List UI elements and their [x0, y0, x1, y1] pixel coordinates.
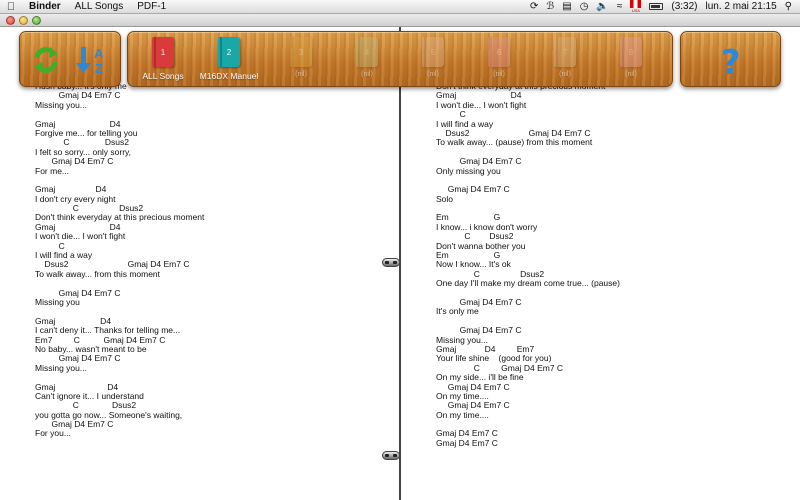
- book-icon: 4: [356, 37, 378, 67]
- lyric-line: Gmaj D4 Em7 C: [35, 156, 114, 167]
- lyric-line: Gmaj D4 Em7 C: [35, 90, 121, 101]
- spotlight-icon[interactable]: ⚲: [785, 0, 792, 14]
- lyric-line: To walk away... (pause) from this moment: [436, 137, 593, 148]
- lyric-line: For me...: [35, 165, 70, 176]
- app-menu[interactable]: Binder: [22, 0, 68, 14]
- book-number: 4: [364, 47, 370, 57]
- lyric-line: Only missing you: [436, 165, 501, 176]
- lyric-line: Missing you...: [35, 99, 87, 110]
- lyric-line: To walk away... from this moment: [35, 268, 161, 279]
- lyric-line: Solo: [436, 193, 454, 204]
- wifi-icon[interactable]: ≈: [617, 0, 623, 14]
- sync-status-icon[interactable]: ⟳: [530, 0, 538, 14]
- sort-az-button[interactable]: A Z: [74, 44, 110, 76]
- binder-book-3[interactable]: 3 (nil): [270, 37, 332, 85]
- lyric-line: One day I'll make my dream come true... …: [436, 278, 620, 289]
- toolbar-right-panel: ?: [680, 31, 781, 87]
- display-icon[interactable]: ▤: [562, 0, 571, 14]
- book-label: (nil): [361, 71, 373, 78]
- lyric-line: Gmaj D4 Em7 C: [436, 325, 522, 336]
- binder-ring-upper: [382, 258, 400, 267]
- lyric-line: On my time....: [436, 409, 489, 420]
- book-number: 6: [496, 47, 502, 57]
- book-icon: 5: [422, 37, 444, 67]
- binder-ring-lower: [382, 451, 400, 460]
- left-page-lyrics: Hush baby... it's only me Gmaj D4 Em7 CM…: [35, 81, 395, 439]
- question-mark-icon: ?: [721, 43, 741, 78]
- book-number: 5: [430, 47, 436, 57]
- book-label: M16DX Manuel: [199, 71, 259, 81]
- lyric-line: I won't die... I won't fight: [436, 99, 527, 110]
- book-number: 3: [298, 47, 304, 57]
- book-icon: 2: [218, 37, 240, 67]
- book-label: (nil): [427, 71, 439, 78]
- book-number: 1: [160, 47, 166, 57]
- bluetooth-icon[interactable]: ℬ: [546, 0, 554, 14]
- lyric-line: It's only me: [436, 306, 479, 317]
- lyric-line: Gmaj D4 Em7 C: [35, 419, 114, 430]
- lyric-line: For you...: [35, 428, 71, 439]
- binder-book-8[interactable]: 8 (nil): [600, 37, 662, 85]
- sync-button[interactable]: [30, 44, 62, 76]
- book-label: (nil): [295, 71, 307, 78]
- lyric-line: I won't die... I won't fight: [35, 231, 126, 242]
- time-machine-icon[interactable]: ◷: [580, 0, 589, 14]
- lyric-line: Gmaj D4 Em7 C: [436, 296, 522, 307]
- book-label: ALL Songs: [142, 71, 184, 81]
- right-page-lyrics: Don't think everyday at this precious mo…: [436, 81, 786, 448]
- help-button[interactable]: ?: [715, 42, 749, 78]
- apple-menu-icon[interactable]: : [0, 1, 22, 13]
- lyric-line: Gmaj D4 Em7 C: [436, 184, 510, 195]
- status-area: ⟳ ℬ ▤ ◷ 🔈 ≈ USA (3:32) lun. 2 mai 21:15 …: [530, 0, 800, 14]
- refresh-icon: [34, 47, 58, 73]
- binder-book-5[interactable]: 5 (nil): [402, 37, 464, 85]
- binder-book-4[interactable]: 4 (nil): [336, 37, 398, 85]
- menu-all-songs[interactable]: ALL Songs: [68, 0, 131, 14]
- menu-pdf-1[interactable]: PDF-1: [130, 0, 173, 14]
- svg-text:A: A: [94, 46, 104, 61]
- toolbar-left-panel: A Z: [19, 31, 121, 87]
- binder-book-2[interactable]: 2 M16DX Manuel: [198, 37, 260, 85]
- menu-clock[interactable]: lun. 2 mai 21:15: [706, 0, 777, 14]
- book-icon: 7: [554, 37, 576, 67]
- lyric-line: Missing you...: [35, 362, 87, 373]
- book-number: 7: [562, 47, 568, 57]
- book-icon: 1: [152, 37, 174, 67]
- close-window-button[interactable]: [6, 15, 15, 25]
- zoom-window-button[interactable]: [32, 15, 41, 25]
- book-number: 8: [628, 47, 634, 57]
- toolbar-binders-panel: 1 ALL Songs 2 M16DX Manuel 3 (nil) 4 (nil) 5 (nil…: [127, 31, 673, 87]
- lyric-line: Missing you: [35, 296, 80, 307]
- svg-text:Z: Z: [95, 61, 103, 76]
- book-number: 2: [226, 47, 232, 57]
- battery-time: (3:32): [671, 0, 698, 12]
- book-icon: 8: [620, 37, 642, 67]
- binder-book-6[interactable]: 6 (nil): [468, 37, 530, 85]
- binder-book-1[interactable]: 1 ALL Songs: [132, 37, 194, 85]
- flag-label: USA: [631, 7, 640, 13]
- svg-text:?: ?: [721, 43, 741, 78]
- battery-icon[interactable]: [649, 3, 664, 10]
- sort-az-icon: A Z: [76, 46, 104, 76]
- input-source-flag-icon[interactable]: USA: [630, 0, 642, 14]
- book-label: (nil): [493, 71, 505, 78]
- book-icon: 3: [290, 37, 312, 67]
- volume-icon[interactable]: 🔈: [596, 0, 608, 14]
- book-label: (nil): [625, 71, 637, 78]
- book-icon: 6: [488, 37, 510, 67]
- system-menu-bar:  Binder ALL Songs PDF-1 ⟳ ℬ ▤ ◷ 🔈 ≈ USA…: [0, 0, 800, 14]
- lyric-line: Gmaj D4 Em7 C: [436, 437, 498, 448]
- lyric-line: Gmaj D4 Em7 C: [35, 287, 121, 298]
- book-label: (nil): [559, 71, 571, 78]
- minimize-window-button[interactable]: [19, 15, 28, 25]
- window-title-bar: [0, 14, 800, 27]
- binder-book-7[interactable]: 7 (nil): [534, 37, 596, 85]
- lyric-line: Gmaj D4 Em7 C: [35, 353, 121, 364]
